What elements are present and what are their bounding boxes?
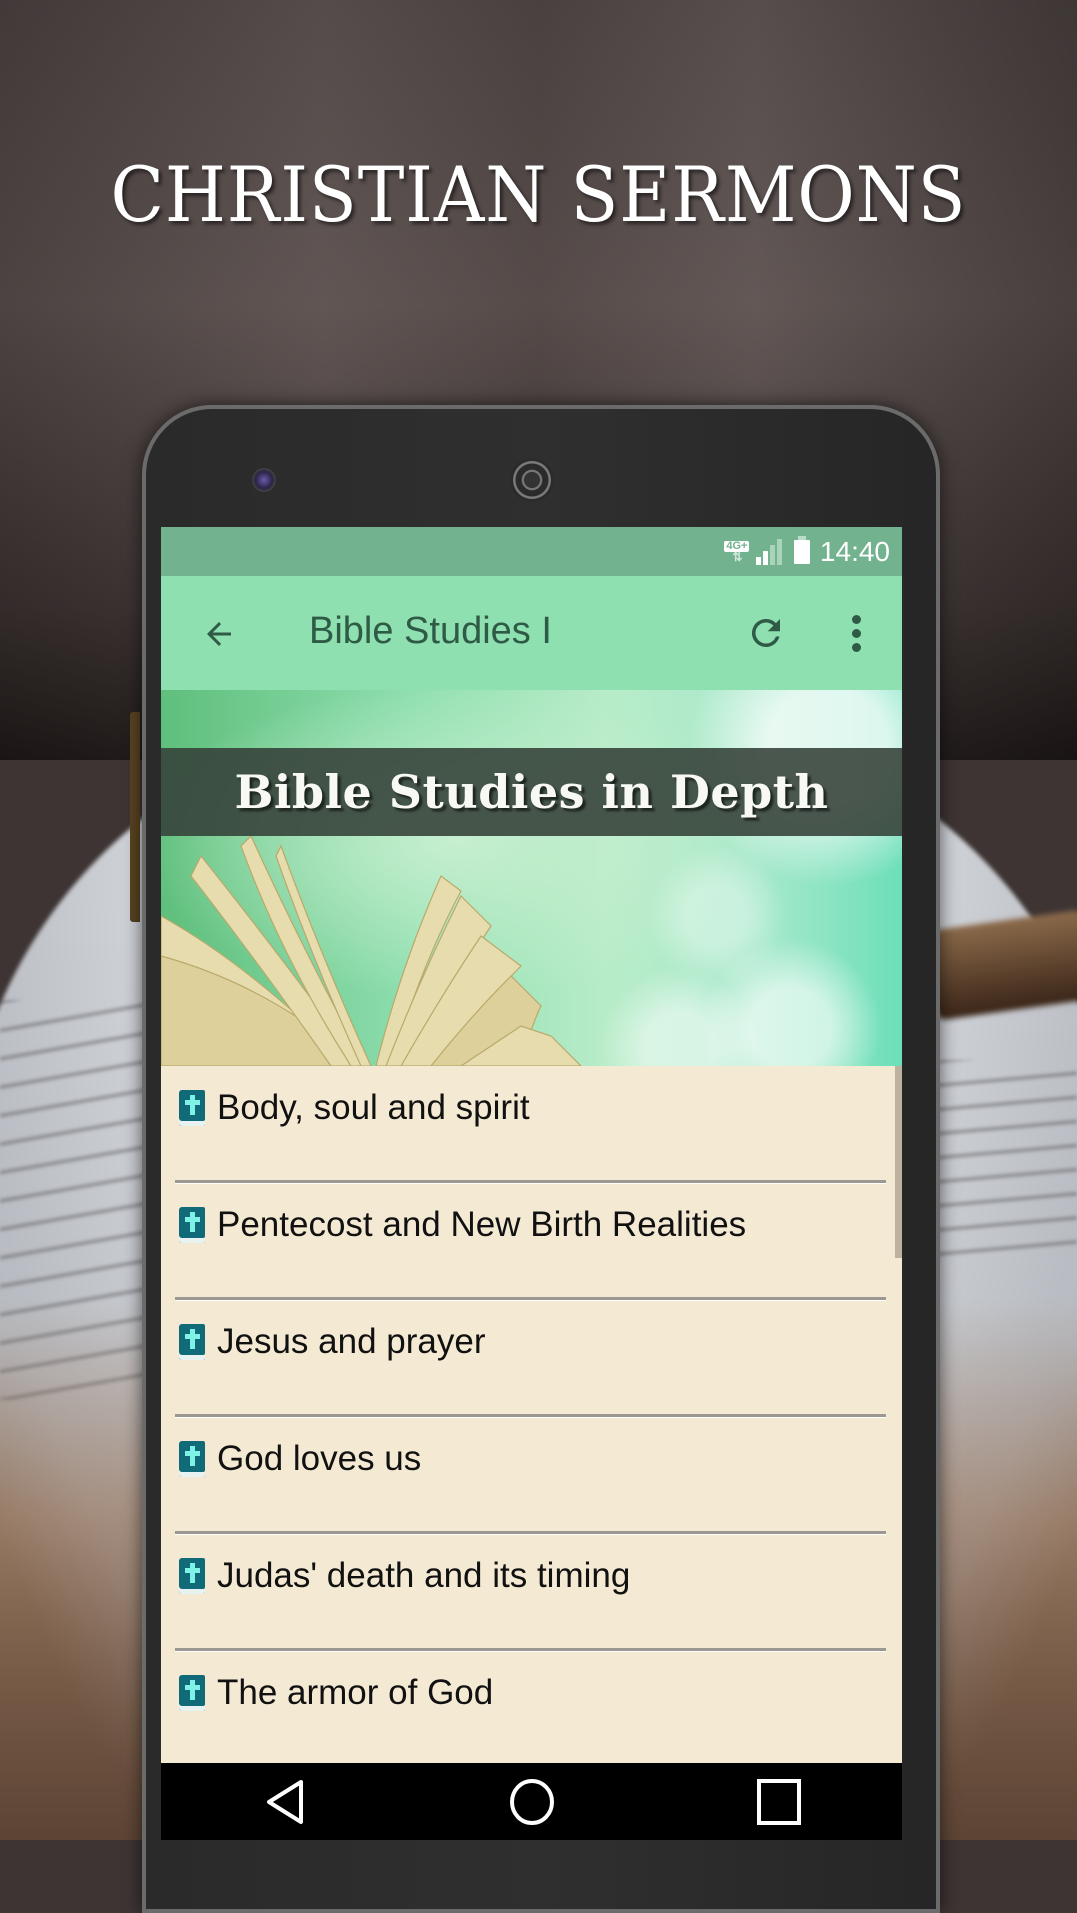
list-item-label: God loves us	[217, 1439, 422, 1478]
refresh-icon	[751, 619, 780, 647]
more-vert-icon-dot	[851, 628, 861, 638]
system-nav-bar	[161, 1763, 902, 1840]
toolbar-title: Bible Studies I	[309, 610, 552, 652]
banner-title: Bible Studies in Depth	[234, 765, 829, 819]
list-item-label: The armor of God	[217, 1673, 494, 1712]
status-time: 14:40	[819, 535, 890, 567]
phone-camera	[252, 468, 276, 492]
more-vert-icon-dot	[851, 614, 861, 624]
bible-icon	[179, 1675, 205, 1711]
open-book-illustration	[161, 836, 582, 1066]
nav-recents-button[interactable]	[749, 1772, 809, 1832]
bible-icon	[179, 1090, 205, 1126]
list-item[interactable]: God loves us	[175, 1417, 886, 1534]
list-item[interactable]: Pentecost and New Birth Realities	[175, 1183, 886, 1300]
list-item[interactable]: Judas' death and its timing	[175, 1534, 886, 1651]
nav-back-icon	[266, 1779, 303, 1824]
arrow-back-icon	[207, 622, 231, 646]
promo-headline: CHRISTIAN SERMONS	[110, 150, 967, 239]
nav-recents-icon	[756, 1778, 801, 1825]
bible-icon	[179, 1324, 205, 1360]
battery-icon	[793, 535, 810, 564]
phone-side-button	[130, 712, 140, 922]
header-banner: Bible Studies in Depth	[161, 690, 902, 1066]
nav-back-button[interactable]	[255, 1772, 315, 1832]
status-bar: 4G+ ⇅ 14:40	[161, 527, 902, 576]
list-item-label: Jesus and prayer	[217, 1322, 486, 1361]
data-arrows-icon: ⇅	[732, 549, 742, 564]
nav-home-icon	[509, 1778, 554, 1825]
list-item-label: Pentecost and New Birth Realities	[217, 1205, 747, 1244]
phone-speaker	[510, 458, 554, 502]
more-options-button[interactable]	[841, 608, 871, 658]
list-item[interactable]: The armor of God	[175, 1651, 886, 1768]
refresh-button[interactable]	[741, 608, 791, 658]
sermon-list: Body, soul and spirit Pentecost and New …	[161, 1066, 902, 1768]
bible-icon	[179, 1207, 205, 1243]
list-item-label: Judas' death and its timing	[217, 1556, 631, 1595]
banner-title-band: Bible Studies in Depth	[161, 748, 902, 836]
app-toolbar: Bible Studies I	[161, 576, 902, 690]
network-4g-icon: 4G+ ⇅	[724, 539, 750, 564]
signal-strength-icon	[755, 538, 782, 565]
list-item[interactable]: Body, soul and spirit	[175, 1066, 886, 1183]
nav-home-button[interactable]	[502, 1772, 562, 1832]
phone-screen: 4G+ ⇅ 14:40 Bible Studies I Bible Studie…	[161, 527, 902, 1840]
bible-icon	[179, 1558, 205, 1594]
bible-icon	[179, 1441, 205, 1477]
list-item-label: Body, soul and spirit	[217, 1088, 530, 1127]
background-book-text	[930, 1060, 1077, 1260]
list-scrollbar[interactable]	[895, 1066, 902, 1258]
list-item[interactable]: Jesus and prayer	[175, 1300, 886, 1417]
more-vert-icon-dot	[851, 642, 861, 652]
back-button[interactable]	[197, 612, 241, 656]
